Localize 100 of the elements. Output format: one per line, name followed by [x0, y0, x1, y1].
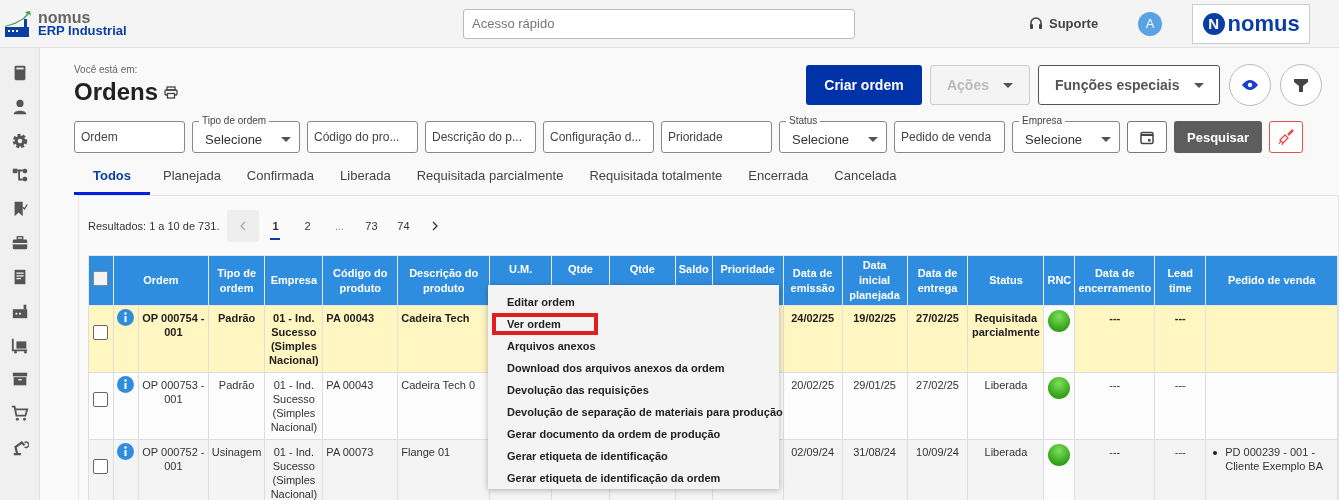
create-order-button[interactable]: Criar ordem	[805, 65, 922, 105]
factory-chart-logo-icon	[4, 9, 34, 38]
column-header: Descrição do produto	[409, 266, 479, 294]
eye-button[interactable]	[1229, 64, 1271, 106]
hierarchy-icon[interactable]	[10, 166, 29, 184]
menu-item[interactable]: Gerar etiqueta de identificação	[488, 445, 779, 467]
status-tab[interactable]: Confirmada	[233, 163, 328, 195]
table-cell: 10/09/24	[916, 446, 959, 458]
factory-icon[interactable]	[10, 302, 29, 320]
broom-button[interactable]	[1269, 121, 1304, 153]
breadcrumb-label: Você está em:	[74, 64, 139, 75]
status-tab[interactable]: Cancelada	[821, 163, 910, 195]
column-header: Data de encerramento	[1078, 266, 1152, 294]
table-cell: 31/08/24	[853, 446, 896, 458]
calendar-button[interactable]	[1127, 121, 1167, 153]
table-cell: Liberada	[984, 379, 1028, 391]
calendar-icon	[1140, 129, 1154, 145]
table-cell: ---	[1109, 379, 1121, 391]
table-cell: Requisitada parcialmente	[972, 312, 1040, 338]
pagination-ellipsis: ...	[333, 218, 346, 234]
column-header: Código do produto	[333, 266, 388, 294]
column-header: Tipo de ordem	[217, 266, 257, 294]
cart-icon[interactable]	[10, 404, 29, 422]
caret-icon	[1003, 82, 1013, 88]
filter-field[interactable]: Prioridade	[661, 121, 772, 153]
filter-field[interactable]: Código do pro...	[307, 121, 418, 153]
info-icon[interactable]	[117, 309, 135, 326]
headset-icon[interactable]	[1029, 16, 1043, 31]
menu-item[interactable]: Editar ordem	[488, 291, 779, 313]
menu-item[interactable]: Download dos arquivos anexos da ordem	[488, 357, 779, 379]
menu-item[interactable]: Gerar etiqueta de identificação da ordem	[488, 467, 779, 489]
status-tab[interactable]: Planejada	[150, 163, 234, 195]
print-icon[interactable]	[164, 85, 179, 99]
status-tab[interactable]: Requisitada parcialmente	[403, 163, 577, 195]
filter-select[interactable]: Empresa Selecione	[1012, 115, 1120, 153]
page-button[interactable]: 73	[355, 209, 388, 242]
table-cell: OP 000754 - 001	[142, 312, 205, 338]
menu-item[interactable]: Devolução das requisições	[488, 379, 779, 401]
filter-select[interactable]: Tipo de ordem Selecione	[192, 115, 300, 153]
table-cell: Padrão	[217, 312, 256, 324]
brand-name: nomus	[38, 10, 92, 24]
briefcase-icon[interactable]	[10, 234, 29, 252]
status-tab[interactable]: Liberada	[327, 163, 404, 195]
quick-search-field[interactable]: Acesso rápido	[463, 8, 855, 39]
column-header: Empresa	[270, 274, 318, 286]
chevron-right-icon	[432, 220, 439, 231]
page-button[interactable]: 74	[387, 209, 420, 242]
filter-field[interactable]: Ordem	[74, 121, 185, 153]
archive-box-icon[interactable]	[10, 370, 29, 388]
partner-logo-name: nomus	[1227, 10, 1300, 37]
filter-field[interactable]: Pedido de venda	[894, 121, 1005, 153]
table-cell: 24/02/25	[791, 312, 834, 324]
menu-item[interactable]: Arquivos anexos	[488, 335, 779, 357]
status-tab[interactable]: Encerrada	[735, 163, 822, 195]
select-all-checkbox[interactable]	[93, 271, 109, 286]
filter-select[interactable]: Status Selecione	[779, 115, 887, 153]
search-button[interactable]: Pesquisar	[1174, 121, 1263, 153]
row-checkbox[interactable]	[93, 459, 109, 474]
table-cell: 01 - Ind. Sucesso (Simples Nacional)	[270, 379, 318, 433]
caret-icon	[1193, 82, 1204, 88]
table-cell: PA 00043	[326, 379, 374, 391]
filter-field[interactable]: Descrição do p...	[425, 121, 536, 153]
table-cell: PA 00073	[326, 446, 374, 458]
chevron-left-icon	[240, 220, 247, 231]
funnel-button[interactable]	[1280, 64, 1322, 106]
partner-logo-mark: N	[1202, 12, 1225, 35]
product-name: ERP Industrial	[38, 23, 127, 37]
info-icon[interactable]	[117, 443, 135, 460]
column-header: Data de entrega	[917, 266, 958, 294]
caret-icon	[1101, 136, 1111, 142]
table-cell: 01 - Ind. Sucesso (Simples Nacional)	[270, 446, 318, 500]
page-button[interactable]: 1	[259, 209, 292, 242]
table-cell: Liberada	[984, 446, 1028, 458]
page-button[interactable]: 2	[291, 209, 324, 242]
menu-item[interactable]: Gerar documento da ordem de produção	[488, 423, 779, 445]
caret-icon	[281, 136, 291, 142]
column-header: Status	[989, 274, 1023, 286]
column-header: Qtde	[629, 263, 655, 275]
hand-truck-icon[interactable]	[10, 336, 29, 354]
column-header: Pedido de venda	[1227, 274, 1316, 286]
dropdown-button[interactable]: Funções especiais	[1038, 65, 1220, 105]
table-cell: ---	[1174, 379, 1186, 391]
table-cell: Cadeira Tech	[401, 312, 470, 324]
menu-item[interactable]: Ver ordem	[492, 313, 598, 335]
column-header: Data de emissão	[790, 266, 835, 294]
column-header: Saldo	[678, 263, 709, 275]
table-cell: ---	[1109, 446, 1121, 458]
table-cell: 20/02/25	[791, 379, 834, 391]
status-tab[interactable]: Requisitada totalmente	[576, 163, 736, 195]
row-checkbox[interactable]	[93, 325, 109, 340]
filter-field[interactable]: Configuração d...	[543, 121, 654, 153]
page-title: Ordens	[74, 78, 159, 106]
support-link[interactable]: Suporte	[1049, 16, 1099, 31]
column-header: Qtde	[567, 263, 593, 275]
row-checkbox[interactable]	[93, 392, 109, 407]
filter-icon	[1294, 78, 1308, 92]
table-cell: 01 - Ind. Sucesso (Simples Nacional)	[269, 312, 319, 366]
gear-icon[interactable]	[10, 132, 29, 150]
column-header: Prioridade	[720, 263, 775, 275]
info-icon[interactable]	[117, 376, 135, 393]
